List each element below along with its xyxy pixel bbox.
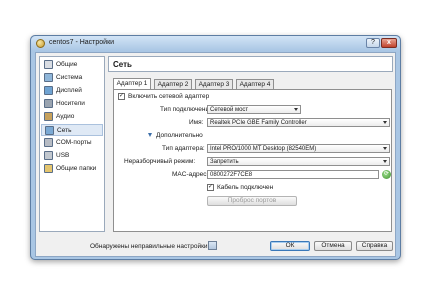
cancel-button[interactable]: Отмена: [314, 241, 352, 251]
sidebar-item-general[interactable]: Общие: [41, 59, 103, 71]
adapter-name-label: Имя:: [189, 119, 204, 126]
section-header: Сеть: [108, 56, 393, 72]
title-bar[interactable]: centos7 - Настройки ? x: [31, 36, 400, 51]
dialog-body: Общие Система Дисплей Носители Аудио Сет…: [35, 52, 396, 257]
general-icon: [44, 60, 53, 69]
sidebar-item-label: Общие: [56, 61, 78, 68]
mac-address-label: MAC-адрес:: [172, 171, 209, 178]
promiscuous-mode-label: Неразборчивый режим:: [124, 158, 196, 165]
tab-adapter-1[interactable]: Адаптер 1: [113, 78, 151, 89]
chevron-down-icon: [383, 147, 387, 150]
connection-type-value: Сетевой мост: [210, 107, 249, 113]
serial-port-icon: [44, 138, 53, 147]
sidebar-item-label: COM-порты: [56, 139, 92, 146]
virtualbox-app-icon: [36, 39, 45, 48]
connection-type-select[interactable]: Сетевой мост: [207, 105, 301, 114]
mac-address-value: 0800272F7CE8: [210, 172, 253, 178]
help-button[interactable]: Справка: [356, 241, 393, 251]
cable-connected-label: Кабель подключен: [217, 184, 274, 191]
refresh-mac-icon[interactable]: ⟳: [382, 170, 391, 179]
cable-connected-checkbox[interactable]: ✓: [207, 184, 214, 191]
shared-folder-icon: [44, 164, 53, 173]
close-button[interactable]: x: [381, 38, 397, 48]
sidebar-item-shared-folders[interactable]: Общие папки: [41, 163, 103, 175]
display-icon: [44, 86, 53, 95]
sidebar-item-usb[interactable]: USB: [41, 150, 103, 162]
adapter-tab-panel: ✓ Включить сетевой адаптер Тип подключен…: [113, 89, 392, 232]
advanced-toggle[interactable]: Дополнительно: [156, 132, 203, 139]
adapter-name-select[interactable]: Realtek PCIe GBE Family Controller: [207, 118, 390, 127]
chevron-down-icon: [383, 160, 387, 163]
sidebar-item-label: Дисплей: [56, 87, 82, 94]
promiscuous-mode-select[interactable]: Запретить: [207, 157, 390, 166]
enable-adapter-label: Включить сетевой адаптер: [128, 93, 210, 100]
sidebar-item-audio[interactable]: Аудио: [41, 111, 103, 123]
sidebar-item-serial-ports[interactable]: COM-порты: [41, 137, 103, 149]
settings-sidebar: Общие Система Дисплей Носители Аудио Сет…: [39, 56, 105, 232]
audio-icon: [44, 112, 53, 121]
sidebar-item-label: Система: [56, 74, 83, 81]
invalid-settings-label: Обнаружены неправильные настройки: [90, 243, 208, 250]
port-forwarding-button[interactable]: Проброс портов: [207, 196, 297, 206]
sidebar-item-label: Аудио: [56, 113, 75, 120]
adapter-type-label: Тип адаптера:: [162, 145, 205, 152]
chevron-down-icon: [294, 108, 298, 111]
adapter-type-value: Intel PRO/1000 MT Desktop (82540EM): [210, 146, 317, 152]
sidebar-item-display[interactable]: Дисплей: [41, 85, 103, 97]
adapter-name-value: Realtek PCIe GBE Family Controller: [210, 120, 307, 126]
usb-icon: [44, 151, 53, 160]
mac-address-field[interactable]: 0800272F7CE8: [207, 170, 379, 179]
promiscuous-mode-value: Запретить: [210, 159, 239, 165]
sidebar-item-system[interactable]: Система: [41, 72, 103, 84]
settings-dialog: centos7 - Настройки ? x Общие Система Ди…: [30, 35, 401, 260]
adapter-type-select[interactable]: Intel PRO/1000 MT Desktop (82540EM): [207, 144, 390, 153]
tab-adapter-3[interactable]: Адаптер 3: [195, 79, 233, 89]
tab-adapter-2[interactable]: Адаптер 2: [154, 79, 192, 89]
sidebar-item-label: Сеть: [57, 127, 72, 134]
sidebar-item-network[interactable]: Сеть: [41, 124, 103, 136]
page-title: Сеть: [113, 60, 132, 69]
ok-button[interactable]: ОК: [270, 241, 310, 251]
sidebar-item-label: Общие папки: [56, 165, 97, 172]
sidebar-item-label: Носители: [56, 100, 85, 107]
storage-icon: [44, 99, 53, 108]
sidebar-item-label: USB: [56, 152, 70, 159]
warning-icon[interactable]: [208, 241, 217, 250]
tab-adapter-4[interactable]: Адаптер 4: [236, 79, 274, 89]
expand-arrow-icon[interactable]: [148, 133, 152, 137]
system-icon: [44, 73, 53, 82]
network-icon: [45, 126, 54, 135]
window-title: centos7 - Настройки: [49, 39, 115, 46]
chevron-down-icon: [383, 121, 387, 124]
title-help-button[interactable]: ?: [366, 38, 380, 48]
sidebar-item-storage[interactable]: Носители: [41, 98, 103, 110]
enable-adapter-checkbox[interactable]: ✓: [118, 93, 125, 100]
